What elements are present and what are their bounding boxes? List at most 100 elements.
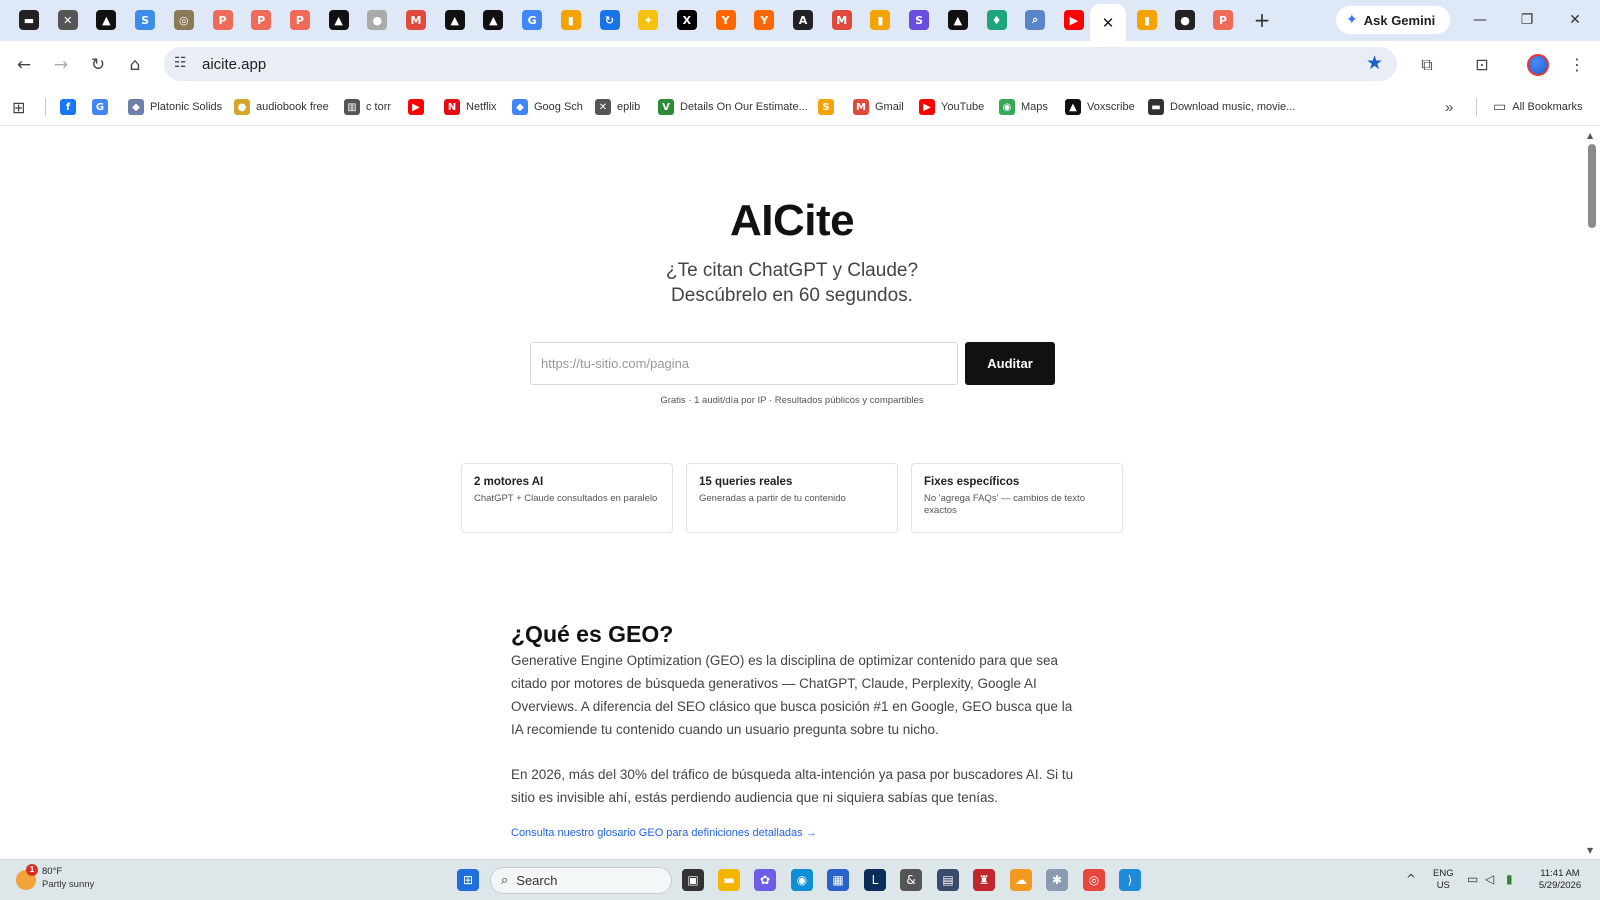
tab-triangle-logo-icon[interactable]: ▲: [328, 10, 349, 30]
tab-x-icon[interactable]: X: [676, 10, 697, 30]
scroll-up-arrow-icon[interactable]: ▲: [1587, 131, 1593, 140]
tab-sigo-icon[interactable]: S: [135, 10, 156, 30]
tab-google-icon[interactable]: G: [522, 10, 543, 30]
tab-triangle-logo-icon[interactable]: ▲: [947, 10, 968, 30]
mascot-app-icon[interactable]: ✱: [1046, 869, 1068, 891]
tab-github-icon[interactable]: ●: [1175, 10, 1195, 30]
tab-seal-icon[interactable]: ◎: [173, 10, 194, 30]
menu-dots-icon[interactable]: ⋮: [1565, 53, 1589, 77]
edge-icon[interactable]: ◉: [791, 869, 813, 891]
profile-avatar[interactable]: [1527, 54, 1549, 76]
bookmark-star-icon[interactable]: ★: [1366, 52, 1383, 74]
all-bookmarks-button[interactable]: ▭ All Bookmarks: [1493, 98, 1583, 116]
page-scrollbar[interactable]: ▲ ▼: [1584, 127, 1600, 859]
bookmark-item[interactable]: V Details On Our Estimate...: [658, 98, 808, 116]
copilot-icon[interactable]: ✿: [754, 869, 776, 891]
bookmark-item[interactable]: ▬ Download music, movie...: [1148, 98, 1295, 116]
tab-printer-icon[interactable]: ▬: [19, 10, 39, 30]
show-hidden-icons-chevron-icon[interactable]: ^: [1406, 872, 1416, 886]
audit-button[interactable]: Auditar: [965, 342, 1055, 385]
tab-bird-icon[interactable]: ✕: [57, 10, 78, 30]
tab-youtube-icon[interactable]: ▶: [1063, 10, 1084, 30]
reload-icon[interactable]: ↻: [86, 53, 110, 77]
tab-search-icon[interactable]: ⊡: [1470, 53, 1494, 77]
tab-ycombinator-icon[interactable]: Y: [754, 10, 775, 30]
bookmark-item[interactable]: ▲ Voxscribe: [1065, 98, 1135, 116]
bookmark-item[interactable]: ◆ Goog Sch: [512, 98, 583, 116]
new-tab-button[interactable]: +: [1250, 8, 1274, 32]
bookmark-item[interactable]: ▶ YouTube: [919, 98, 984, 116]
forward-arrow-icon[interactable]: →: [49, 53, 73, 77]
site-settings-icon[interactable]: ☷: [174, 55, 187, 71]
tab-search-icon[interactable]: ⌕: [1025, 10, 1046, 30]
vscode-icon[interactable]: ⟩: [1119, 869, 1141, 891]
tab-analytics-icon[interactable]: ▮: [870, 10, 891, 30]
shield-app-icon[interactable]: ♜: [973, 869, 995, 891]
bookmark-item[interactable]: S: [818, 98, 834, 116]
bookmark-item[interactable]: f: [60, 98, 76, 116]
tab-pin-icon[interactable]: ✦: [638, 10, 659, 30]
windows-start-icon[interactable]: ⊞: [457, 869, 479, 891]
ask-gemini-button[interactable]: ✦ Ask Gemini: [1336, 6, 1450, 34]
tab-p-icon[interactable]: P: [251, 10, 272, 30]
battery-icon[interactable]: ▮: [1506, 872, 1513, 886]
apps-grid-icon[interactable]: ⊞: [12, 98, 25, 117]
tab-analytics-icon[interactable]: ▮: [560, 10, 581, 30]
tab-s-icon[interactable]: S: [909, 10, 930, 30]
lrc-icon[interactable]: L: [864, 869, 886, 891]
scroll-down-arrow-icon[interactable]: ▼: [1587, 846, 1593, 855]
tab-analytics-icon[interactable]: ▮: [1137, 10, 1157, 30]
tab-p-icon[interactable]: P: [1213, 10, 1233, 30]
restore-button[interactable]: ❐: [1512, 8, 1542, 32]
language-indicator[interactable]: ENG US: [1433, 868, 1454, 892]
bookmark-item[interactable]: M Gmail: [853, 98, 904, 116]
clock[interactable]: 11:41 AM 5/29/2026: [1530, 868, 1590, 892]
url-text[interactable]: aicite.app: [202, 56, 266, 73]
tab-p-icon[interactable]: P: [289, 10, 310, 30]
tab-p-icon[interactable]: P: [212, 10, 233, 30]
tab-anthropic-icon[interactable]: A: [793, 10, 813, 30]
back-arrow-icon[interactable]: ←: [12, 53, 36, 77]
tab-shield-icon[interactable]: ♦: [986, 10, 1007, 30]
cloud-icon[interactable]: ☁: [1010, 869, 1032, 891]
chrome-icon[interactable]: ◎: [1083, 869, 1105, 891]
tab-triangle-logo-icon[interactable]: ▲: [96, 10, 117, 30]
url-input[interactable]: [530, 342, 958, 385]
bookmarks-overflow-icon[interactable]: »: [1445, 98, 1453, 116]
tab-refresh-logo-icon[interactable]: ↻: [599, 10, 620, 30]
tab-ycombinator-icon[interactable]: Y: [715, 10, 736, 30]
network-icon[interactable]: ▭: [1467, 872, 1478, 886]
weather-sun-icon: 1: [16, 864, 38, 890]
tab-triangle-logo-icon[interactable]: ▲: [444, 10, 465, 30]
home-icon[interactable]: ⌂: [123, 53, 147, 77]
bookmark-item[interactable]: ▥ c torr: [344, 98, 391, 116]
tab-triangle-logo-icon[interactable]: ▲: [483, 10, 504, 30]
tab-gmail-icon[interactable]: M: [831, 10, 852, 30]
s-logo-icon: S: [818, 99, 834, 115]
close-window-button[interactable]: ✕: [1560, 8, 1590, 32]
tab-gmail-icon[interactable]: M: [406, 10, 426, 30]
bookmark-item[interactable]: ✕ eplib: [595, 98, 640, 116]
file-explorer-icon[interactable]: ▬: [718, 869, 740, 891]
task-view-icon[interactable]: ▣: [682, 869, 704, 891]
weather-widget[interactable]: 1 80°F Partly sunny: [16, 864, 94, 890]
address-bar[interactable]: ☷ aicite.app ★: [164, 47, 1397, 81]
minimize-button[interactable]: —: [1465, 8, 1495, 32]
ampersand-app-icon[interactable]: &: [900, 869, 922, 891]
video-editor-icon[interactable]: ▤: [937, 869, 959, 891]
volume-icon[interactable]: ◁: [1485, 872, 1494, 886]
tab-globe-icon[interactable]: ●: [367, 10, 388, 30]
bookmark-item[interactable]: ◆ Platonic Solids: [128, 98, 222, 116]
taskbar-search-box[interactable]: ⌕ Search: [490, 867, 672, 894]
store-icon[interactable]: ▦: [827, 869, 849, 891]
bookmark-item[interactable]: G: [92, 98, 108, 116]
bookmark-item[interactable]: ◉ Maps: [999, 98, 1048, 116]
scroll-thumb[interactable]: [1588, 144, 1596, 228]
geo-glossary-link[interactable]: Consulta nuestro glosario GEO para defin…: [511, 827, 817, 839]
active-tab[interactable]: ✕: [1090, 4, 1126, 41]
bookmark-item[interactable]: ● audiobook free: [234, 98, 329, 116]
close-tab-icon[interactable]: ✕: [1102, 14, 1115, 32]
bookmark-item[interactable]: ▶: [408, 98, 424, 116]
extensions-icon[interactable]: ⧉: [1415, 53, 1439, 77]
bookmark-item[interactable]: N Netflix: [444, 98, 497, 116]
